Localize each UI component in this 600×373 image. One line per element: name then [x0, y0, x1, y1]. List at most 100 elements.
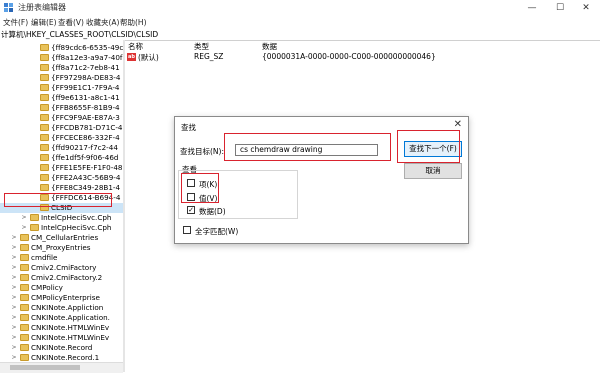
tree-item[interactable]: > cmdfile	[0, 253, 123, 263]
tree-item-label: CNKINote.Application.	[31, 313, 110, 322]
tree-item[interactable]: {FFE1E5FE-F1F0-48	[0, 163, 123, 173]
cancel-button[interactable]: 取消	[404, 163, 462, 179]
tree-item[interactable]: {ff9e6131-a8c1-41	[0, 93, 123, 103]
highlight-find-input	[224, 133, 391, 161]
checkbox-data-label[interactable]: 数据(D)	[199, 206, 226, 217]
dialog-close-button[interactable]: ✕	[454, 119, 462, 130]
tree-item-label: {FF97298A-DE83-4	[51, 73, 121, 82]
menu-edit[interactable]: 编辑(E)	[31, 17, 57, 28]
tree-item[interactable]: > CMPolicy	[0, 283, 123, 293]
title-bar: 注册表编辑器 — ☐ ✕	[0, 0, 600, 16]
tree-item-label: CNKINote.Record	[31, 343, 93, 352]
column-header-data[interactable]: 数据	[262, 41, 277, 52]
folder-icon	[40, 184, 49, 191]
tree-item-label: Cmiv2.CmiFactory.2	[31, 273, 103, 282]
tree-item[interactable]: > CNKINote.HTMLWinEv	[0, 323, 123, 333]
tree-item-label: {ff9e6131-a8c1-41	[51, 93, 120, 102]
menu-help[interactable]: 帮助(H)	[120, 17, 147, 28]
tree-item-label: {FFB8655F-81B9-4	[51, 103, 120, 112]
address-path[interactable]: 计算机\HKEY_CLASSES_ROOT\CLSID\CLSID	[1, 29, 158, 40]
tree-item[interactable]: > CNKINote.Record	[0, 343, 123, 353]
expand-arrow-icon[interactable]: >	[11, 233, 17, 243]
tree-item-label: {FF99E1C1-7F9A-4	[51, 83, 120, 92]
expand-arrow-icon[interactable]: >	[11, 283, 17, 293]
tree-item[interactable]: {FFB8655F-81B9-4	[0, 103, 123, 113]
expand-arrow-icon[interactable]: >	[11, 343, 17, 353]
highlight-selected-key	[4, 193, 112, 207]
tree-item-label: {FFCECE86-332F-4	[51, 133, 120, 142]
folder-icon	[20, 354, 29, 361]
tree-item[interactable]: > CNKINote.Application.	[0, 313, 123, 323]
close-button[interactable]: ✕	[572, 0, 600, 16]
tree-item[interactable]: > CM_ProxyEntries	[0, 243, 123, 253]
tree-item[interactable]: {ffe1df5f-9f06-46d	[0, 153, 123, 163]
checkbox-match-whole-label[interactable]: 全字匹配(W)	[195, 226, 238, 237]
tree-item[interactable]: {ff8a71c2-7eb8-41	[0, 63, 123, 73]
tree-item[interactable]: {FFC9F9AE-E87A-3	[0, 113, 123, 123]
tree-item[interactable]: > CNKINote.Appliction	[0, 303, 123, 313]
folder-icon	[20, 294, 29, 301]
tree-item[interactable]: > CMPolicyEnterprise	[0, 293, 123, 303]
expand-arrow-icon[interactable]: >	[11, 313, 17, 323]
tree-item-label: cmdfile	[31, 253, 58, 262]
tree-item-label: {FFC9F9AE-E87A-3	[51, 113, 120, 122]
checkbox-match-whole[interactable]	[183, 226, 191, 234]
expand-arrow-icon[interactable]: >	[21, 223, 27, 233]
expand-arrow-icon[interactable]: >	[11, 333, 17, 343]
tree-item-label: Cmiv2.CmiFactory	[31, 263, 97, 272]
column-header-type[interactable]: 类型	[194, 41, 209, 52]
scrollbar-thumb[interactable]	[10, 365, 80, 370]
tree-horizontal-scrollbar[interactable]	[0, 362, 123, 373]
tree-item[interactable]: {FFCECE86-332F-4	[0, 133, 123, 143]
expand-arrow-icon[interactable]: >	[11, 293, 17, 303]
folder-icon	[40, 84, 49, 91]
value-data: {0000031A-0000-0000-C000-000000000046}	[262, 52, 436, 61]
expand-arrow-icon[interactable]: >	[11, 243, 17, 253]
tree-item[interactable]: {FFE8C349-28B1-4	[0, 183, 123, 193]
folder-icon	[30, 214, 39, 221]
tree-item-label: CNKINote.HTMLWinEv	[31, 323, 110, 332]
expand-arrow-icon[interactable]: >	[11, 253, 17, 263]
tree-item-label: CNKINote.Appliction	[31, 303, 104, 312]
folder-icon	[20, 344, 29, 351]
value-name: (默认)	[138, 53, 159, 62]
expand-arrow-icon[interactable]: >	[11, 323, 17, 333]
tree-item-label: {FFE8C349-28B1-4	[51, 183, 121, 192]
tree-item-label: CNKINote.HTMLWinEv	[31, 333, 110, 342]
tree-item-label: {ff8a12e3-a9a7-40f	[51, 53, 123, 62]
tree-item[interactable]: {FFE2A43C-56B9-4	[0, 173, 123, 183]
menu-file[interactable]: 文件(F)	[3, 17, 28, 28]
minimize-button[interactable]: —	[518, 0, 546, 16]
expand-arrow-icon[interactable]: >	[21, 213, 27, 223]
tree-item[interactable]: {ffd90217-f7c2-44	[0, 143, 123, 153]
checkbox-data[interactable]: ✓	[187, 206, 195, 214]
tree-item[interactable]: {FFCDB781-D71C-4	[0, 123, 123, 133]
tree-item[interactable]: > IntelCpHeciSvc.Cph	[0, 223, 123, 233]
column-header-name[interactable]: 名称	[128, 41, 143, 52]
folder-icon	[40, 74, 49, 81]
folder-icon	[20, 264, 29, 271]
tree-item[interactable]: {ff8a12e3-a9a7-40f	[0, 53, 123, 63]
folder-icon	[40, 124, 49, 131]
tree-item[interactable]: {ff89cdc6-6535-49c	[0, 43, 123, 53]
window-title: 注册表编辑器	[18, 3, 66, 12]
expand-arrow-icon[interactable]: >	[11, 263, 17, 273]
tree-item[interactable]: {FF97298A-DE83-4	[0, 73, 123, 83]
tree-item[interactable]: {FF99E1C1-7F9A-4	[0, 83, 123, 93]
expand-arrow-icon[interactable]: >	[11, 303, 17, 313]
tree-item[interactable]: > IntelCpHeciSvc.Cph	[0, 213, 123, 223]
tree-item[interactable]: > CM_CellularEntries	[0, 233, 123, 243]
value-row[interactable]: ab (默认) REG_SZ {0000031A-0000-0000-C000-…	[125, 52, 600, 62]
menu-view[interactable]: 查看(V)	[58, 17, 84, 28]
menu-favorites[interactable]: 收藏夹(A)	[86, 17, 119, 28]
tree-item-label: CM_CellularEntries	[31, 233, 99, 242]
expand-arrow-icon[interactable]: >	[11, 273, 17, 283]
folder-icon	[40, 64, 49, 71]
value-type: REG_SZ	[194, 52, 224, 61]
maximize-button[interactable]: ☐	[546, 0, 574, 16]
tree-item-label: CM_ProxyEntries	[31, 243, 91, 252]
tree-item[interactable]: > Cmiv2.CmiFactory.2	[0, 273, 123, 283]
tree-item[interactable]: > CNKINote.HTMLWinEv	[0, 333, 123, 343]
string-value-icon: ab	[127, 53, 136, 61]
tree-item[interactable]: > Cmiv2.CmiFactory	[0, 263, 123, 273]
